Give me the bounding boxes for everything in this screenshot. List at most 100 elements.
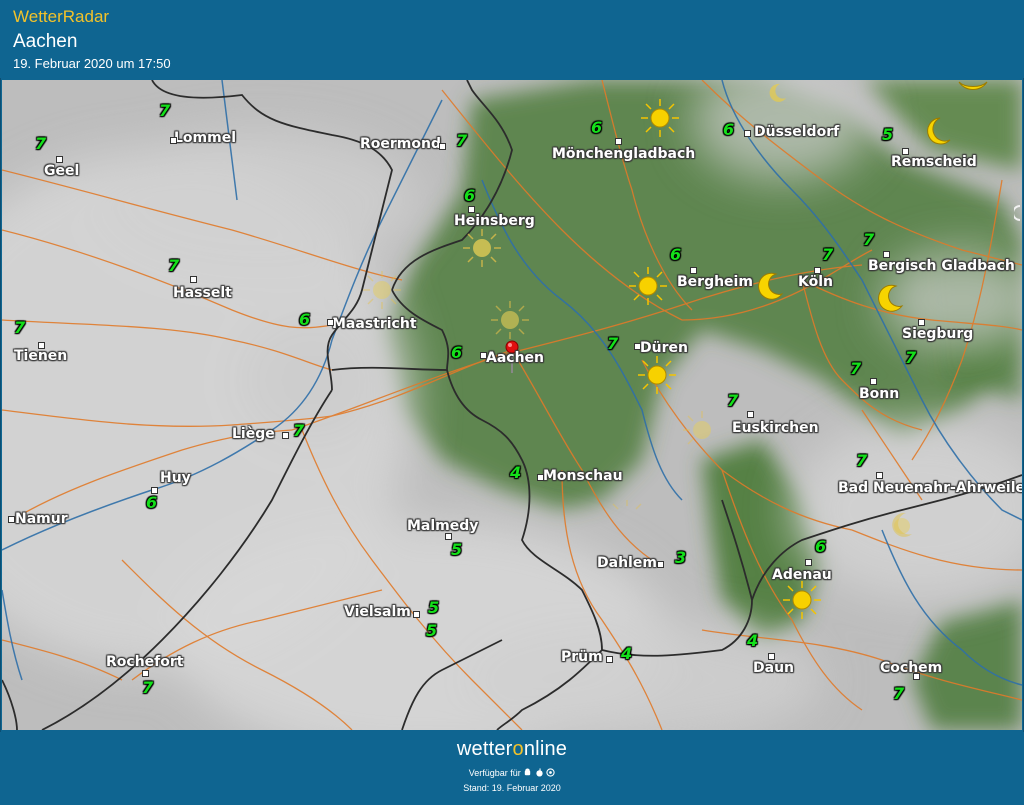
temperature-value: 7 <box>893 684 905 703</box>
city-marker <box>468 206 475 213</box>
city-label: Liège <box>232 426 275 442</box>
city-label: Euskirchen <box>732 420 819 436</box>
temperature-value: 7 <box>168 256 180 275</box>
temperature-value: 6 <box>723 120 735 139</box>
city-marker <box>190 276 197 283</box>
temperature-value: 3 <box>675 548 687 567</box>
temperature-value: 7 <box>863 230 875 249</box>
city-marker <box>480 352 487 359</box>
city-marker <box>870 378 877 385</box>
city-label: Lommel <box>174 130 237 146</box>
temperature-value: 6 <box>451 343 463 362</box>
temperature-value: 5 <box>426 621 438 640</box>
city-marker <box>747 411 754 418</box>
moon-icon <box>927 117 951 145</box>
city-marker <box>657 561 664 568</box>
temperature-value: 7 <box>35 134 47 153</box>
moon-icon <box>958 81 988 90</box>
temperature-value: 4 <box>510 463 522 482</box>
city-marker <box>327 319 334 326</box>
sun-icon <box>463 229 501 267</box>
temperature-value: 5 <box>882 125 894 144</box>
brand-text-1: wetter <box>456 738 513 760</box>
sun-icon <box>641 99 679 137</box>
temperature-value: 5 <box>428 598 440 617</box>
temperature-value: 7 <box>905 348 917 367</box>
city-label: Dahlem <box>597 555 657 571</box>
stand-date: Stand: 19. Februar 2020 <box>463 783 561 793</box>
sun-icon <box>638 356 676 394</box>
temperature-value: 7 <box>14 318 26 337</box>
brand-logo[interactable]: wetteronline <box>0 738 1024 761</box>
city-marker <box>282 432 289 439</box>
city-label: Bergheim <box>677 274 753 290</box>
web-icon[interactable] <box>546 768 555 778</box>
city-marker <box>413 611 420 618</box>
city-label: Tienen <box>14 348 68 364</box>
city-label: Heinsberg <box>454 213 535 229</box>
app-title: WetterRadar <box>13 7 110 26</box>
city-label: Remscheid <box>891 154 977 170</box>
sun-icon <box>491 301 529 339</box>
city-marker <box>690 267 697 274</box>
city-label: Cochem <box>880 660 943 676</box>
city-marker <box>537 474 544 481</box>
android-icon[interactable] <box>523 768 535 778</box>
sun-icon <box>612 500 642 510</box>
city-label: Daun <box>753 660 795 676</box>
city-label: Maastricht <box>332 316 417 332</box>
city-label: Köln <box>798 274 833 290</box>
radar-map[interactable]: Lommel Geel Roermond Mönchengladbach Düsseld… <box>2 80 1022 730</box>
sun-icon <box>783 581 821 619</box>
city-label: Vielsalm <box>344 604 411 620</box>
temperature-value: 6 <box>146 493 158 512</box>
temperature-value: 6 <box>591 118 603 137</box>
city-label: Adenau <box>772 567 832 583</box>
temperature-value: 7 <box>856 451 868 470</box>
temperature-value: 6 <box>670 245 682 264</box>
city-marker <box>805 559 812 566</box>
sun-icon <box>683 411 711 445</box>
city-label: Bad Neuenahr-Ahrweiler <box>838 480 1022 496</box>
temperature-value: 7 <box>822 245 834 264</box>
location-title: Aachen <box>13 31 78 52</box>
city-marker <box>902 148 909 155</box>
moon-icon <box>878 284 904 312</box>
city-label: Monschau <box>543 468 623 484</box>
city-marker <box>814 267 821 274</box>
city-marker <box>439 143 446 150</box>
map-base <box>2 80 1022 730</box>
city-marker <box>445 533 452 540</box>
city-marker <box>615 138 622 145</box>
header: WetterRadar Aachen 19. Februar 2020 um 1… <box>0 0 1024 78</box>
city-marker <box>170 137 177 144</box>
city-marker <box>38 342 45 349</box>
city-label: Düsseldorf <box>754 124 840 140</box>
moon-icon <box>1014 205 1021 221</box>
timestamp: 19. Februar 2020 um 17:50 <box>13 56 171 71</box>
city-label: Siegburg <box>902 326 974 342</box>
city-label: Namur <box>15 511 68 527</box>
city-marker <box>918 319 925 326</box>
available-label: Verfügbar für <box>468 768 521 778</box>
temperature-value: 6 <box>299 310 311 329</box>
temperature-value: 4 <box>621 644 633 663</box>
city-marker <box>634 343 641 350</box>
moon-icon <box>769 83 786 102</box>
city-label: Geel <box>44 163 80 179</box>
city-label: Bonn <box>859 386 900 402</box>
temperature-value: 7 <box>293 421 305 440</box>
footer: wetteronline Verfügbar für Stand: 19. Fe… <box>0 732 1024 805</box>
temperature-value: 7 <box>850 359 862 378</box>
moon-icon <box>758 272 784 300</box>
apple-icon[interactable] <box>535 768 547 778</box>
city-marker <box>142 670 149 677</box>
city-label: Huy <box>160 470 191 486</box>
city-marker <box>883 251 890 258</box>
temperature-value: 7 <box>607 334 619 353</box>
brand-text-2: nline <box>523 738 568 760</box>
temperature-value: 6 <box>464 186 476 205</box>
city-marker <box>876 472 883 479</box>
city-label: Düren <box>640 340 688 356</box>
city-label: Mönchengladbach <box>552 146 696 162</box>
